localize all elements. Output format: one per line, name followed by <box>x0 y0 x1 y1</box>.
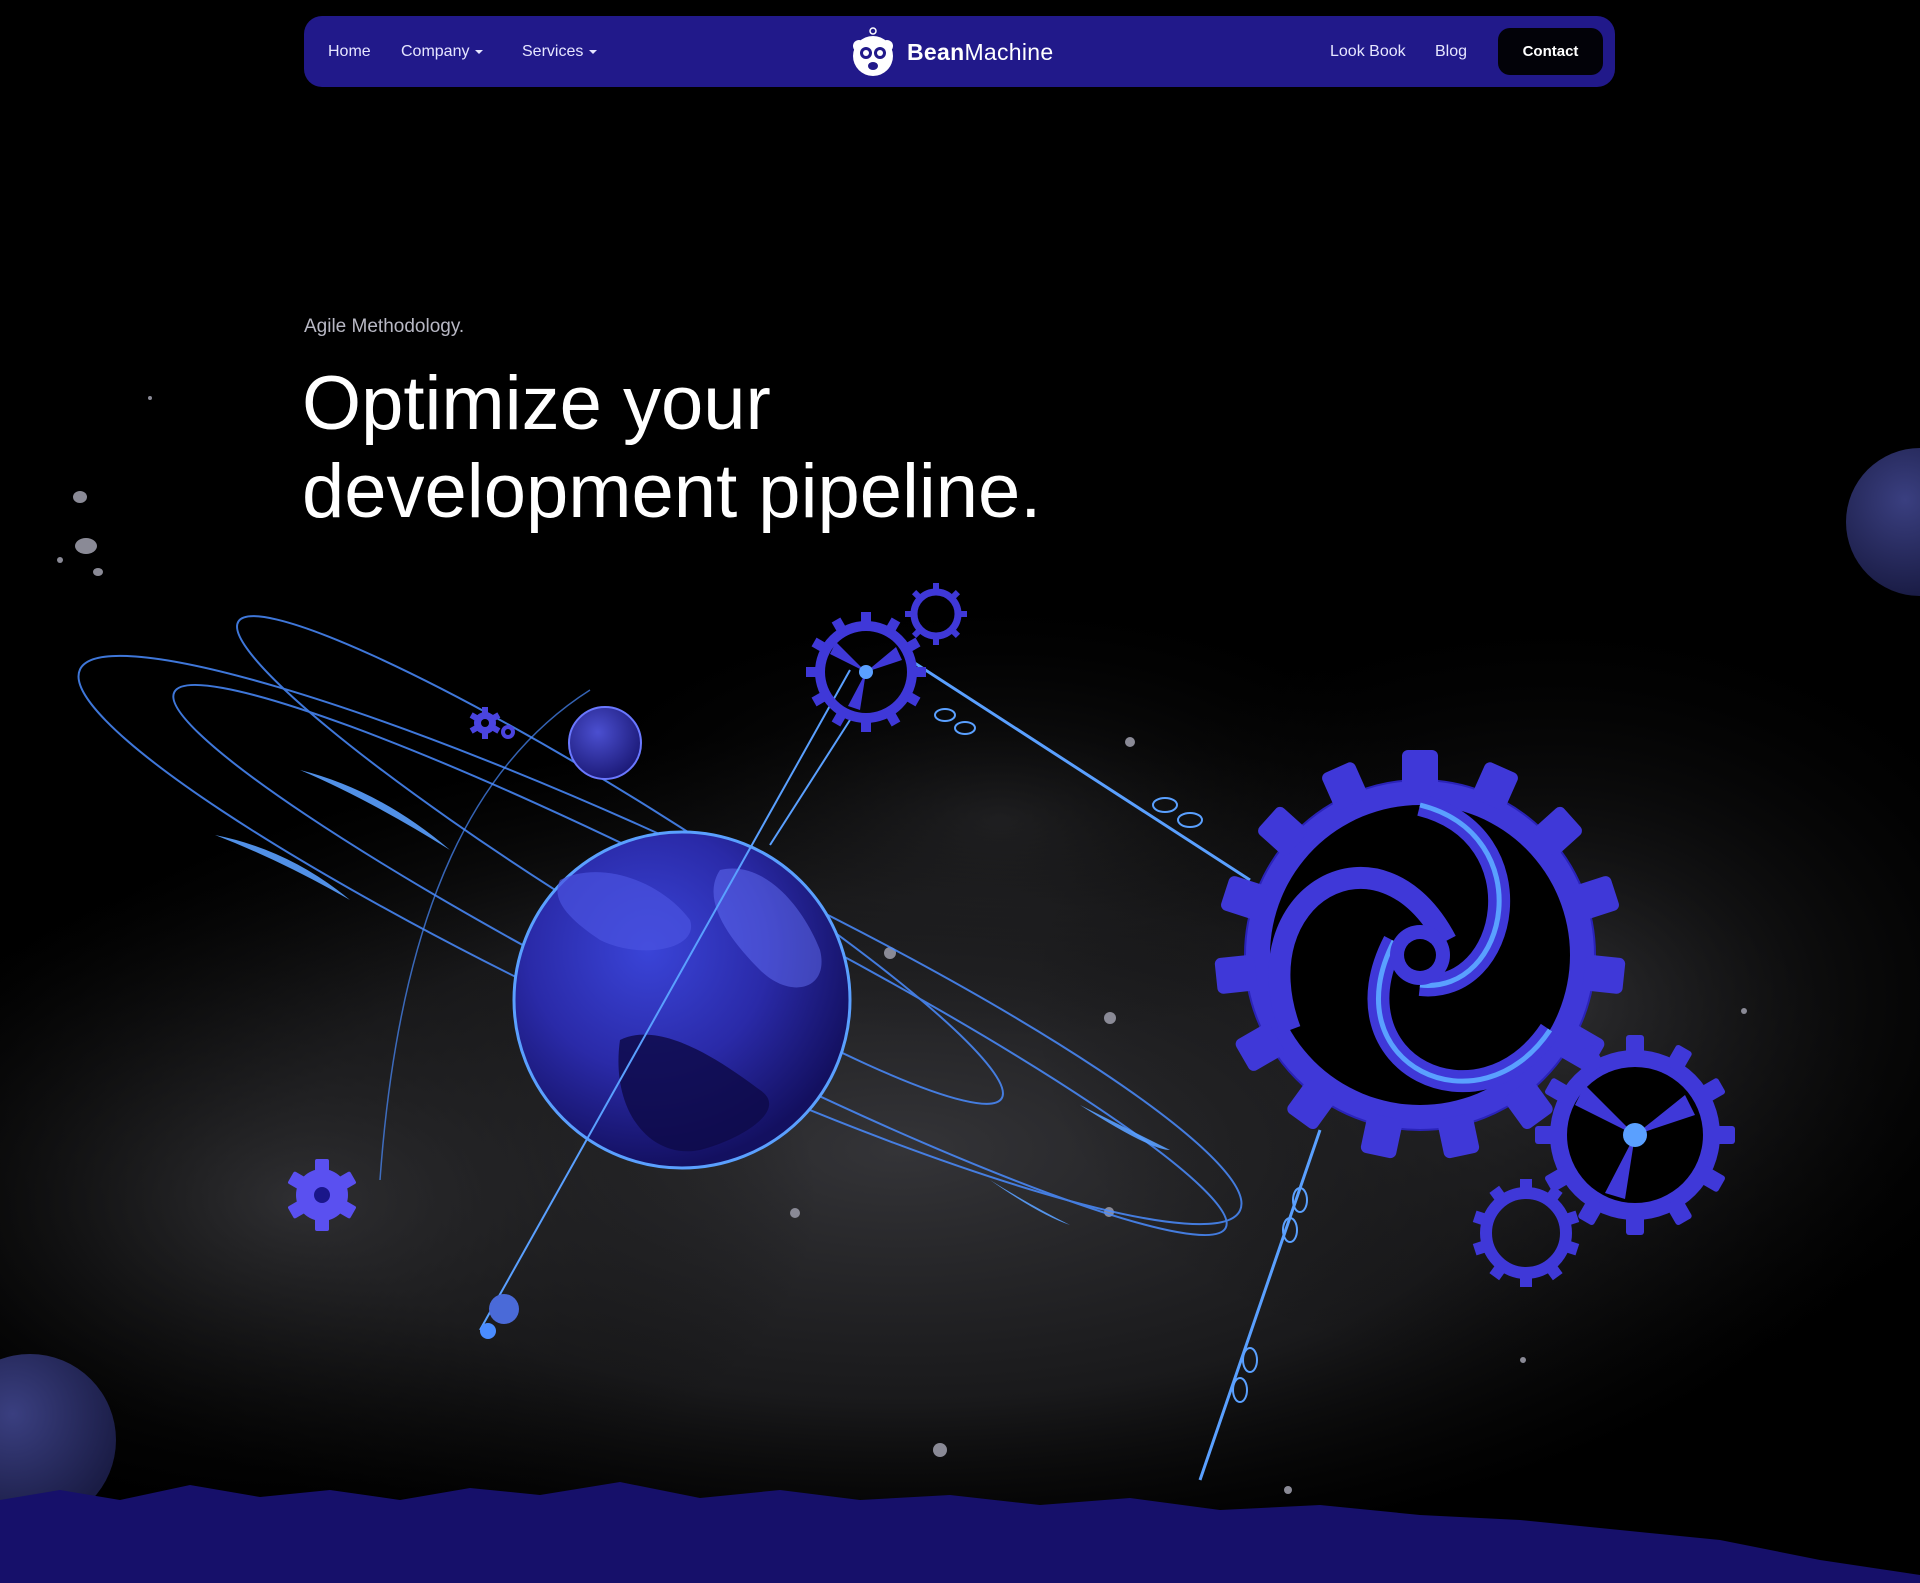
nav-services-dropdown[interactable]: Services <box>522 16 598 87</box>
brand-home-link[interactable]: BeanMachine <box>849 26 1054 78</box>
moon-right <box>1846 448 1920 596</box>
small-moon <box>489 1294 519 1324</box>
nav-home-link[interactable]: Home <box>328 16 371 87</box>
nav-lookbook-link[interactable]: Look Book <box>1330 16 1406 87</box>
hero-headline-line2: development pipeline. <box>302 449 1042 534</box>
nav-company-dropdown[interactable]: Company <box>401 16 484 87</box>
bean-mascot-icon <box>853 27 893 76</box>
nav-blog-link[interactable]: Blog <box>1435 16 1467 87</box>
contact-button-label: Contact <box>1522 43 1579 60</box>
tiny-purple-gear <box>501 725 515 739</box>
small-planet <box>568 706 642 780</box>
hero-headline-line1: Optimize your <box>302 361 771 446</box>
nav-blog-label: Blog <box>1435 42 1468 60</box>
brand-wordmark: BeanMachine <box>907 39 1054 66</box>
hero-illustration <box>0 396 1920 1583</box>
top-navbar: Home Company Services BeanMachine Look B… <box>304 16 1615 87</box>
hero-eyebrow: Agile Methodology. <box>304 316 465 337</box>
brand-name-bold: Bean <box>907 38 965 65</box>
page: Home Company Services BeanMachine Look B… <box>0 0 1920 1583</box>
tiny-purple-gear <box>469 707 501 739</box>
small-moon <box>480 1323 496 1339</box>
contact-button[interactable]: Contact <box>1498 28 1603 75</box>
ground-terrain <box>0 1482 1920 1583</box>
hero-headline: Optimize your development pipeline. <box>302 360 1202 536</box>
nav-services-label: Services <box>522 42 584 60</box>
nav-company-label: Company <box>401 42 470 60</box>
chevron-down-icon <box>589 49 598 54</box>
nav-lookbook-label: Look Book <box>1330 42 1406 60</box>
nav-home-label: Home <box>328 42 371 60</box>
chevron-down-icon <box>475 49 484 54</box>
brand-name-light: Machine <box>964 38 1054 65</box>
